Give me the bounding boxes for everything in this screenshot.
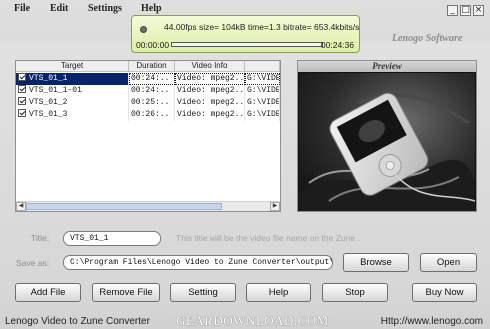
row-target-cell: VTS_01_1-01 xyxy=(16,85,129,97)
buy-now-button[interactable]: Buy Now xyxy=(412,283,477,302)
row-target-name: VTS_01_1 xyxy=(29,74,68,83)
table-header: Target Duration Video Info xyxy=(16,61,280,72)
row-video-info-cell: Video: mpeg2.. xyxy=(177,97,245,109)
setting-button[interactable]: Setting xyxy=(170,283,236,302)
row-target-cell: VTS_01_1 xyxy=(16,73,129,85)
play-icon[interactable] xyxy=(140,26,147,33)
table-row[interactable]: VTS_01_1-01 00:24:..Video: mpeg2..G:\VIDE… xyxy=(16,85,280,97)
row-target-name: VTS_01_1-01 xyxy=(29,86,82,95)
table-row[interactable]: VTS_01_1 00:24:..Video: mpeg2..G:\VIDEO_ xyxy=(16,73,280,85)
remove-file-button[interactable]: Remove File xyxy=(92,283,160,302)
menu-file[interactable]: File xyxy=(14,3,30,14)
close-button[interactable]: × xyxy=(473,5,484,16)
row-video-info-cell: Video: mpeg2.. xyxy=(175,73,245,85)
progress-slider[interactable] xyxy=(171,42,323,47)
horizontal-scrollbar[interactable]: ◀ ▶ xyxy=(16,201,280,211)
scroll-right-icon[interactable]: ▶ xyxy=(270,202,280,211)
title-input[interactable]: VTS_01_1 xyxy=(63,231,161,246)
row-checkbox[interactable] xyxy=(18,109,26,117)
preview-image xyxy=(299,73,475,211)
preview-panel: Preview xyxy=(297,60,477,212)
file-list: Target Duration Video Info VTS_01_1 00:24… xyxy=(15,60,281,212)
elapsed-time: 00:00:00 xyxy=(136,40,170,50)
maximize-button[interactable]: □ xyxy=(460,5,471,16)
window-controls: _ □ × xyxy=(447,5,484,16)
scrollbar-thumb[interactable] xyxy=(26,203,222,210)
row-target-cell: VTS_01_3 xyxy=(16,109,129,121)
row-checkbox[interactable] xyxy=(18,73,26,81)
row-duration-cell: 00:24:.. xyxy=(129,73,175,85)
save-path-input[interactable]: C:\Program Files\Lenogo Video to Zune Co… xyxy=(63,255,333,270)
help-button[interactable]: Help xyxy=(246,283,311,302)
column-header-target[interactable]: Target xyxy=(16,61,129,72)
table-row[interactable]: VTS_01_3 00:26:..Video: mpeg2..G:\VIDEO_ xyxy=(16,109,280,121)
watermark: GEARDOWNLOAD.COM xyxy=(176,313,329,328)
row-path-cell: G:\VIDEO_ xyxy=(245,97,280,109)
column-header-video-info[interactable]: Video Info xyxy=(175,61,245,72)
row-target-cell: VTS_01_2 xyxy=(16,97,129,109)
column-header-path[interactable] xyxy=(245,61,280,72)
scroll-left-icon[interactable]: ◀ xyxy=(16,202,26,211)
save-as-label: Save as: xyxy=(16,258,50,268)
minimize-button[interactable]: _ xyxy=(447,5,458,16)
row-checkbox[interactable] xyxy=(18,97,26,105)
row-path-cell: G:\VIDEO_ xyxy=(245,73,280,85)
title-hint: This title will be the video file name o… xyxy=(176,233,360,243)
website-link[interactable]: Http://www.lenogo.com xyxy=(381,316,483,327)
title-label: Title: xyxy=(31,233,50,243)
row-video-info-cell: Video: mpeg2.. xyxy=(177,109,245,121)
player-panel: 44.00fps size= 104kB time=1.3 bitrate= 6… xyxy=(131,15,360,53)
menu-edit[interactable]: Edit xyxy=(50,3,68,14)
table-row[interactable]: VTS_01_2 00:25:..Video: mpeg2..G:\VIDEO_ xyxy=(16,97,280,109)
row-path-cell: G:\VIDEO_ xyxy=(245,109,280,121)
preview-title: Preview xyxy=(298,61,476,72)
row-duration-cell: 00:26:.. xyxy=(129,109,175,121)
row-duration-cell: 00:24:.. xyxy=(129,85,175,97)
open-button[interactable]: Open xyxy=(420,253,477,272)
row-checkbox[interactable] xyxy=(18,85,26,93)
menu-settings[interactable]: Settings xyxy=(88,3,122,14)
row-video-info-cell: Video: mpeg2.. xyxy=(177,85,245,97)
brand-logo: Lenogo Software xyxy=(392,33,463,44)
stop-button[interactable]: Stop xyxy=(322,283,388,302)
column-header-duration[interactable]: Duration xyxy=(129,61,175,72)
row-path-cell: G:\VIDEO_ xyxy=(245,85,280,97)
app-name: Lenogo Video to Zune Converter xyxy=(5,316,150,327)
browse-button[interactable]: Browse xyxy=(343,253,409,272)
row-target-name: VTS_01_2 xyxy=(29,98,68,107)
total-time: 00:24:36 xyxy=(320,40,354,50)
conversion-status: 44.00fps size= 104kB time=1.3 bitrate= 6… xyxy=(164,22,360,32)
menu-help[interactable]: Help xyxy=(141,3,162,14)
row-target-name: VTS_01_3 xyxy=(29,110,68,119)
add-file-button[interactable]: Add File xyxy=(15,283,81,302)
row-duration-cell: 00:25:.. xyxy=(129,97,175,109)
